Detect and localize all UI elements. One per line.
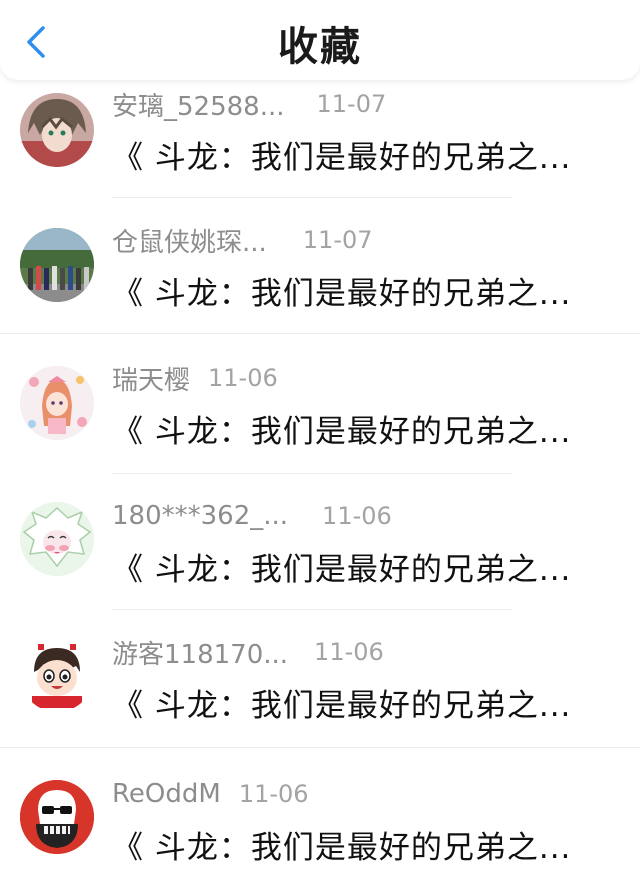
username[interactable]: 180***362_...: [112, 501, 288, 531]
post-title[interactable]: 《 斗龙：我们是最好的兄弟之...: [112, 680, 632, 725]
group-photo-avatar[interactable]: [20, 228, 94, 302]
username[interactable]: ReOddM: [112, 779, 221, 809]
skull-avatar[interactable]: [20, 780, 94, 854]
item-meta: 游客118170... 11-06: [112, 634, 384, 670]
page-title: 收藏: [278, 24, 362, 70]
username[interactable]: 仓鼠侠姚琛...: [112, 222, 267, 259]
favorites-list: 安璃_52588... 11-07 《 斗龙：我们是最好的兄弟之... 仓鼠侠姚…: [0, 80, 640, 884]
favorite-item[interactable]: 游客118170... 11-06 《 斗龙：我们是最好的兄弟之...: [0, 610, 640, 748]
username[interactable]: 游客118170...: [112, 634, 288, 671]
post-title[interactable]: 《 斗龙：我们是最好的兄弟之...: [112, 544, 632, 589]
item-date: 11-06: [314, 638, 384, 666]
favorite-item[interactable]: 瑞天樱 11-06 《 斗龙：我们是最好的兄弟之...: [0, 334, 640, 474]
item-meta: 仓鼠侠姚琛... 11-07: [112, 222, 373, 258]
top-bar: 收藏: [0, 0, 640, 80]
favorites-screen: 收藏 安璃_52588... 11-07 《 斗龙：我们是最好的兄弟之... 仓…: [0, 0, 640, 884]
username[interactable]: 瑞天樱: [112, 360, 190, 397]
anime-girl-avatar[interactable]: [20, 366, 94, 440]
username[interactable]: 安璃_52588...: [112, 86, 285, 123]
item-date: 11-06: [238, 780, 309, 808]
item-meta: 180***362_... 11-06: [112, 498, 392, 534]
item-meta: 安璃_52588... 11-07: [112, 86, 386, 122]
item-date: 11-07: [302, 226, 373, 254]
cartoon-creature-avatar[interactable]: [20, 502, 94, 576]
item-date: 11-06: [322, 502, 392, 530]
item-date: 11-06: [208, 364, 278, 392]
post-title[interactable]: 《 斗龙：我们是最好的兄弟之...: [112, 268, 632, 313]
anime-boy-avatar[interactable]: [20, 93, 94, 167]
favorite-item[interactable]: 仓鼠侠姚琛... 11-07 《 斗龙：我们是最好的兄弟之...: [0, 198, 640, 334]
post-title[interactable]: 《 斗龙：我们是最好的兄弟之...: [112, 406, 632, 451]
favorite-item[interactable]: 180***362_... 11-06 《 斗龙：我们是最好的兄弟之...: [0, 474, 640, 610]
item-meta: 瑞天樱 11-06: [112, 360, 278, 396]
favorite-item[interactable]: 安璃_52588... 11-07 《 斗龙：我们是最好的兄弟之...: [0, 80, 640, 198]
favorite-item[interactable]: ReOddM 11-06 《 斗龙：我们是最好的兄弟之...: [0, 748, 640, 884]
post-title[interactable]: 《 斗龙：我们是最好的兄弟之...: [112, 822, 632, 867]
item-meta: ReOddM 11-06: [112, 776, 309, 812]
cartoon-boy-avatar[interactable]: [20, 638, 94, 712]
post-title[interactable]: 《 斗龙：我们是最好的兄弟之...: [112, 132, 632, 177]
item-date: 11-07: [316, 90, 387, 118]
